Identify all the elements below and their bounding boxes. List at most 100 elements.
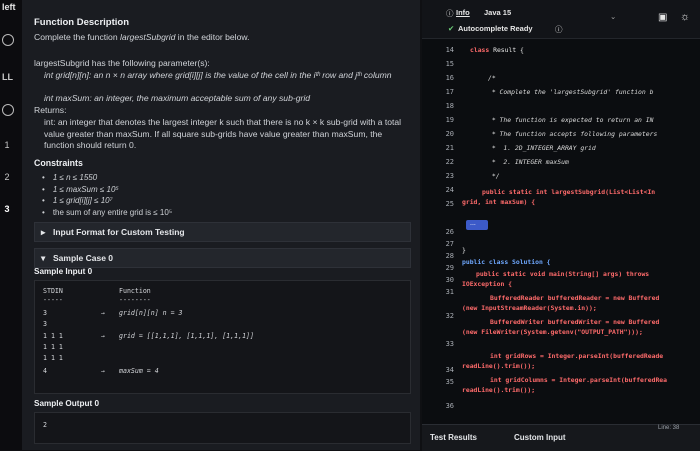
code-line-31b[interactable]: IOException {: [462, 280, 512, 288]
line-indicator: Line: 38: [658, 425, 680, 431]
function-description-heading: Function Description: [34, 17, 129, 28]
code-line-33a[interactable]: BufferedWriter bufferedWriter = new Buff…: [490, 318, 659, 326]
code-line-19[interactable]: * The function is expected to return an …: [488, 116, 654, 124]
code-line-14[interactable]: class Result {: [470, 46, 524, 54]
input-format-accordion[interactable]: ▸ Input Format for Custom Testing: [34, 222, 411, 242]
line-number: 36: [445, 402, 454, 410]
sample-case-accordion[interactable]: ▾ Sample Case 0: [34, 248, 411, 268]
code-line-23[interactable]: */: [488, 172, 500, 180]
rail-label: left: [2, 2, 16, 12]
line-number: 28: [445, 252, 454, 260]
problem-description-panel: Function Description Complete the functi…: [22, 0, 420, 450]
chevron-down-icon[interactable]: ⌄: [610, 12, 616, 21]
line-number: 21: [445, 144, 454, 152]
autocomplete-status: Autocomplete Ready: [458, 24, 533, 33]
line-number: 32: [445, 312, 454, 320]
line-number: 17: [445, 88, 454, 96]
code-editor-panel: ⓘ Info Java 15 ✔ Autocomplete Ready ⓘ ⌄ …: [422, 0, 700, 451]
keyword: class: [470, 46, 490, 54]
constraint-item: 1 ≤ grid[i][j] ≤ 10⁷: [42, 195, 172, 207]
stdin-header: STDIN: [43, 287, 63, 295]
arrow: →: [101, 367, 105, 375]
sample-input-block: STDIN Function ----- -------- 3 → grid[n…: [34, 280, 411, 394]
code-line-17[interactable]: * Complete the 'largestSubgrid' function…: [488, 88, 654, 96]
code-line-32a[interactable]: BufferedReader bufferedReader = new Buff…: [490, 294, 659, 302]
stdin-row: 3: [43, 309, 47, 317]
autocomplete-info-icon[interactable]: ⓘ: [555, 24, 563, 35]
constraints-list: 1 ≤ n ≤ 1550 1 ≤ maxSum ≤ 10⁵ 1 ≤ grid[i…: [34, 172, 172, 218]
intro-fn: largestSubgrid: [120, 32, 176, 42]
code-line-31a[interactable]: public static void main(String[] args) t…: [476, 270, 649, 278]
line-number: 35: [445, 378, 454, 386]
left-nav-rail: left LL 1 2 3: [0, 0, 23, 450]
code-line-35a[interactable]: int gridRows = Integer.parseInt(buffered…: [490, 352, 663, 360]
sample-input-label: Sample Input 0: [34, 267, 93, 276]
tab-test-results[interactable]: Test Results: [430, 433, 477, 442]
line-number: 26: [445, 228, 454, 236]
returns-text: int: an integer that denotes the largest…: [44, 117, 402, 150]
code-line-36b[interactable]: readLine().trim());: [462, 386, 535, 394]
rail-question-2[interactable]: 2: [2, 172, 12, 182]
line-number: 16: [445, 74, 454, 82]
settings-panel-icon[interactable]: ▣: [658, 12, 667, 23]
sample-output-label: Sample Output 0: [34, 399, 100, 408]
stdin-divider: -----: [43, 296, 63, 304]
code-line-25a[interactable]: public static int largestSubgrid(List<Li…: [482, 188, 655, 196]
code-line-22[interactable]: * 2. INTEGER maxSum: [488, 158, 569, 166]
info-icon[interactable]: ⓘ: [446, 8, 454, 19]
code-line-29[interactable]: }: [462, 246, 466, 254]
intro-text: Complete the function largestSubgrid in …: [34, 32, 249, 44]
expand-right-icon: ▸: [41, 227, 46, 237]
line-number: 19: [445, 116, 454, 124]
code-line-36a[interactable]: int gridColumns = Integer.parseInt(buffe…: [490, 376, 667, 384]
sample-output-value: 2: [43, 421, 47, 429]
code-line-20[interactable]: * The function accepts following paramet…: [488, 130, 657, 138]
tab-custom-input[interactable]: Custom Input: [514, 433, 566, 442]
params-intro: largestSubgrid has the following paramet…: [34, 58, 210, 68]
line-number: 20: [445, 130, 454, 138]
stdin-row: 1 1 1: [43, 354, 63, 362]
fold-placeholder[interactable]: ...: [466, 220, 488, 230]
stdin-row: 4: [43, 367, 47, 375]
stdin-row: 1 1 1: [43, 343, 63, 351]
stdin-row: 1 1 1: [43, 332, 63, 340]
line-number: 33: [445, 340, 454, 348]
fn-row: maxSum = 4: [119, 367, 159, 375]
line-number: 34: [445, 366, 454, 374]
fold-dots: ...: [470, 220, 476, 227]
sample-output-block: 2: [34, 412, 411, 444]
line-number-gutter: 14 15 16 17 18 19 20 21 22 23 24 25 26 2…: [422, 40, 456, 434]
language-selector[interactable]: Java 15: [484, 8, 511, 17]
code-line-21[interactable]: * 1. 2D_INTEGER_ARRAY grid: [488, 144, 596, 152]
line-number: 23: [445, 172, 454, 180]
rail-question-3[interactable]: 3: [2, 204, 12, 214]
line-number: 22: [445, 158, 454, 166]
line-number: 18: [445, 102, 454, 110]
rail-item-all[interactable]: LL: [2, 72, 13, 82]
info-link[interactable]: Info: [456, 8, 470, 17]
rail-item-1[interactable]: [2, 34, 14, 48]
code-line-32b[interactable]: (new InputStreamReader(System.in));: [462, 304, 597, 312]
line-number: 24: [445, 186, 454, 194]
sample-case-label: Sample Case 0: [53, 253, 114, 263]
line-number: 15: [445, 60, 454, 68]
code-line-33b[interactable]: (new FileWriter(System.getenv("OUTPUT_PA…: [462, 328, 643, 336]
line-number: 31: [445, 288, 454, 296]
theme-toggle-icon[interactable]: ☼: [680, 11, 690, 23]
rail-item-2[interactable]: [2, 104, 14, 118]
line-number: 30: [445, 276, 454, 284]
intro-prefix: Complete the function: [34, 32, 120, 42]
line-number: 27: [445, 240, 454, 248]
rail-question-1[interactable]: 1: [2, 140, 12, 150]
line-number: 14: [445, 46, 454, 54]
autocomplete-check-icon: ✔: [448, 24, 455, 33]
code-line-16[interactable]: /*: [488, 74, 496, 82]
code-line-30[interactable]: public class Solution {: [462, 258, 551, 266]
code-line-35b[interactable]: readLine().trim());: [462, 362, 535, 370]
constraint-item: 1 ≤ maxSum ≤ 10⁵: [42, 184, 172, 196]
code-line-25b[interactable]: grid, int maxSum) {: [462, 198, 535, 206]
constraint-item: the sum of any entire grid is ≤ 10⁵: [42, 207, 172, 219]
editor-bottom-bar: Test Results Custom Input Line: 38: [422, 424, 700, 451]
circle-icon: [2, 104, 14, 116]
input-format-label: Input Format for Custom Testing: [53, 227, 185, 237]
